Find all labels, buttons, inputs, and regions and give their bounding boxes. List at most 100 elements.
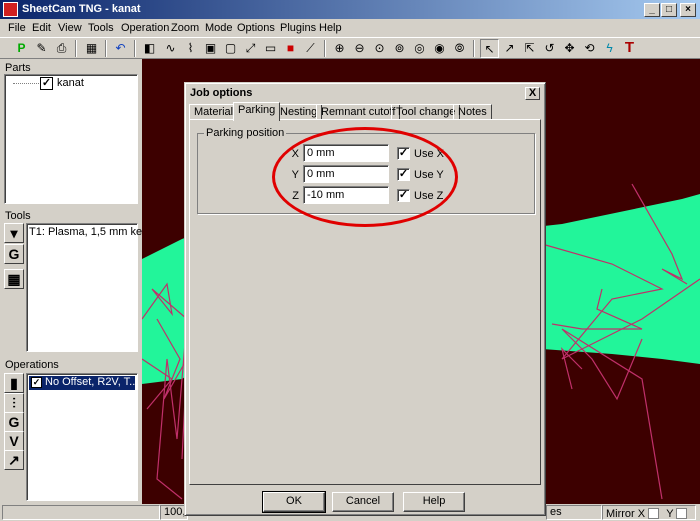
mirror-x-label: Mirror X (606, 508, 646, 520)
post-process-icon[interactable]: P (12, 39, 31, 58)
z-label: Z (292, 190, 299, 202)
tools-list[interactable]: T1: Plasma, 1,5 mm kerf (26, 223, 149, 352)
mirror-y-label: Y (666, 508, 674, 520)
zoom-fit-icon[interactable]: ⦾ (450, 39, 469, 58)
start-point-icon[interactable]: ↗ (500, 39, 519, 58)
tab-notes[interactable]: Notes (453, 104, 492, 120)
window-icon[interactable]: ▭ (261, 39, 280, 58)
gcode-op-icon[interactable]: G (4, 412, 24, 432)
frame-icon[interactable]: ▢ (221, 39, 240, 58)
menu-help[interactable]: Help (319, 22, 342, 34)
dialog-title: Job options (190, 87, 253, 99)
use-z-checkbox[interactable]: ✓ (397, 189, 410, 202)
part-label[interactable]: kanat (57, 77, 84, 89)
table-icon[interactable]: ▦ (82, 39, 101, 58)
path-icon[interactable]: ⤢ (241, 39, 260, 58)
operation-label[interactable]: No Offset, R2V, T... (45, 376, 138, 388)
path-op-icon[interactable]: ↗ (4, 450, 24, 470)
menu-plugins[interactable]: Plugins (280, 22, 316, 34)
zoom-sheet-icon[interactable]: ⊚ (390, 39, 409, 58)
tool-item[interactable]: T1: Plasma, 1,5 mm kerf (29, 226, 149, 238)
tab-remnant-cutoff[interactable]: Remnant cutoff (316, 104, 401, 120)
mirror-controls: Mirror X Y (602, 505, 696, 520)
tab-tool-change[interactable]: Tool change (391, 104, 461, 120)
mirror-y-checkbox[interactable] (676, 508, 688, 519)
rotate-icon[interactable]: ⟲ (580, 39, 599, 58)
cancel-button[interactable]: Cancel (332, 492, 394, 512)
operations-title: Operations (5, 359, 59, 371)
use-y-label: Use Y (414, 169, 444, 181)
menu-bar: File Edit View Tools Operation Zoom Mode… (0, 19, 700, 37)
operation-row-selected[interactable]: ✓ No Offset, R2V, T... (29, 376, 138, 390)
x-label: X (291, 148, 299, 160)
move-icon[interactable]: ✥ (560, 39, 579, 58)
menu-view[interactable]: View (58, 22, 82, 34)
zoom-in-icon[interactable]: ⊕ (330, 39, 349, 58)
title-bar: SheetCam TNG - kanat _ □ × (0, 0, 700, 19)
operation-checkbox[interactable]: ✓ (31, 377, 42, 388)
pointer-icon[interactable]: ↖ (480, 39, 499, 58)
tab-material[interactable]: Material (189, 104, 239, 120)
tools-title: Tools (5, 210, 31, 222)
y-label: Y (291, 169, 299, 181)
brush-icon[interactable]: ⟋ (301, 39, 320, 58)
plasma-torch-icon[interactable]: ▾ (4, 223, 24, 243)
menu-options[interactable]: Options (237, 22, 275, 34)
parking-tab-page: Parking position X 0 mm ✓ Use X Y 0 mm ✓… (189, 119, 541, 485)
help-button[interactable]: Help (403, 492, 465, 512)
y-field[interactable]: 0 mm (303, 165, 389, 183)
minimize-button[interactable]: _ (644, 3, 660, 17)
maximize-button[interactable]: □ (661, 3, 677, 17)
print-icon[interactable]: ⎙ (52, 39, 71, 58)
node-tool-icon[interactable]: ⇱ (520, 39, 539, 58)
shapes-icon[interactable]: ◧ (140, 39, 159, 58)
use-y-checkbox[interactable]: ✓ (397, 168, 410, 181)
wave-icon[interactable]: ∿ (161, 39, 180, 58)
parking-position-group: Parking position X 0 mm ✓ Use X Y 0 mm ✓… (197, 127, 535, 214)
app-icon (3, 2, 18, 17)
tool-table-icon[interactable]: ▦ (4, 269, 24, 289)
menu-tools[interactable]: Tools (88, 22, 114, 34)
drill-icon[interactable]: ⫶ (4, 393, 24, 413)
status-partial: es (546, 505, 602, 520)
zoom-window-icon[interactable]: ◎ (410, 39, 429, 58)
square-icon[interactable]: ▣ (201, 39, 220, 58)
dialog-close-button[interactable]: X (525, 87, 540, 100)
menu-zoom[interactable]: Zoom (171, 22, 199, 34)
job-options-dialog: Job options X Material Parking Nesting R… (184, 82, 546, 516)
vcarve-icon[interactable]: V (4, 431, 24, 451)
parking-position-label: Parking position (204, 127, 287, 139)
curve-icon[interactable]: ⌇ (181, 39, 200, 58)
operations-list[interactable]: ✓ No Offset, R2V, T... (26, 373, 138, 501)
gcode-icon[interactable]: G (4, 244, 24, 264)
plasma-op-icon[interactable]: ▮ (4, 373, 24, 393)
toolbar: P ✎ ⎙ ▦ ↶ ◧ ∿ ⌇ ▣ ▢ ⤢ ▭ ■ ⟋ ⊕ ⊖ ⊙ ⊚ ◎ ◉ … (0, 37, 700, 59)
mirror-x-checkbox[interactable] (648, 508, 660, 519)
undo-icon[interactable]: ↶ (111, 39, 130, 58)
text-tool-icon[interactable]: T (620, 39, 639, 58)
menu-mode[interactable]: Mode (205, 22, 233, 34)
close-button[interactable]: × (680, 3, 696, 17)
arc-tool-icon[interactable]: ↺ (540, 39, 559, 58)
zoom-all-icon[interactable]: ◉ (430, 39, 449, 58)
zoom-part-icon[interactable]: ⊙ (370, 39, 389, 58)
part-checkbox[interactable]: ✓ (40, 77, 53, 90)
sheet-icon[interactable]: ■ (281, 39, 300, 58)
tab-parking[interactable]: Parking (233, 102, 281, 121)
lightning-icon[interactable]: ϟ (600, 39, 619, 58)
menu-operation[interactable]: Operation (121, 22, 169, 34)
use-x-checkbox[interactable]: ✓ (397, 147, 410, 160)
parts-title: Parts (5, 62, 31, 74)
x-field[interactable]: 0 mm (303, 144, 389, 162)
zoom-out-icon[interactable]: ⊖ (350, 39, 369, 58)
use-x-label: Use X (414, 148, 444, 160)
edit-icon[interactable]: ✎ (32, 39, 51, 58)
z-field[interactable]: -10 mm (303, 186, 389, 204)
menu-file[interactable]: File (8, 22, 26, 34)
use-z-label: Use Z (414, 190, 444, 202)
window-title: SheetCam TNG - kanat (22, 3, 141, 15)
dialog-title-bar: Job options X (188, 86, 542, 102)
menu-edit[interactable]: Edit (32, 22, 51, 34)
ok-button[interactable]: OK (262, 491, 326, 513)
parts-tree[interactable]: ✓ kanat (4, 74, 138, 204)
